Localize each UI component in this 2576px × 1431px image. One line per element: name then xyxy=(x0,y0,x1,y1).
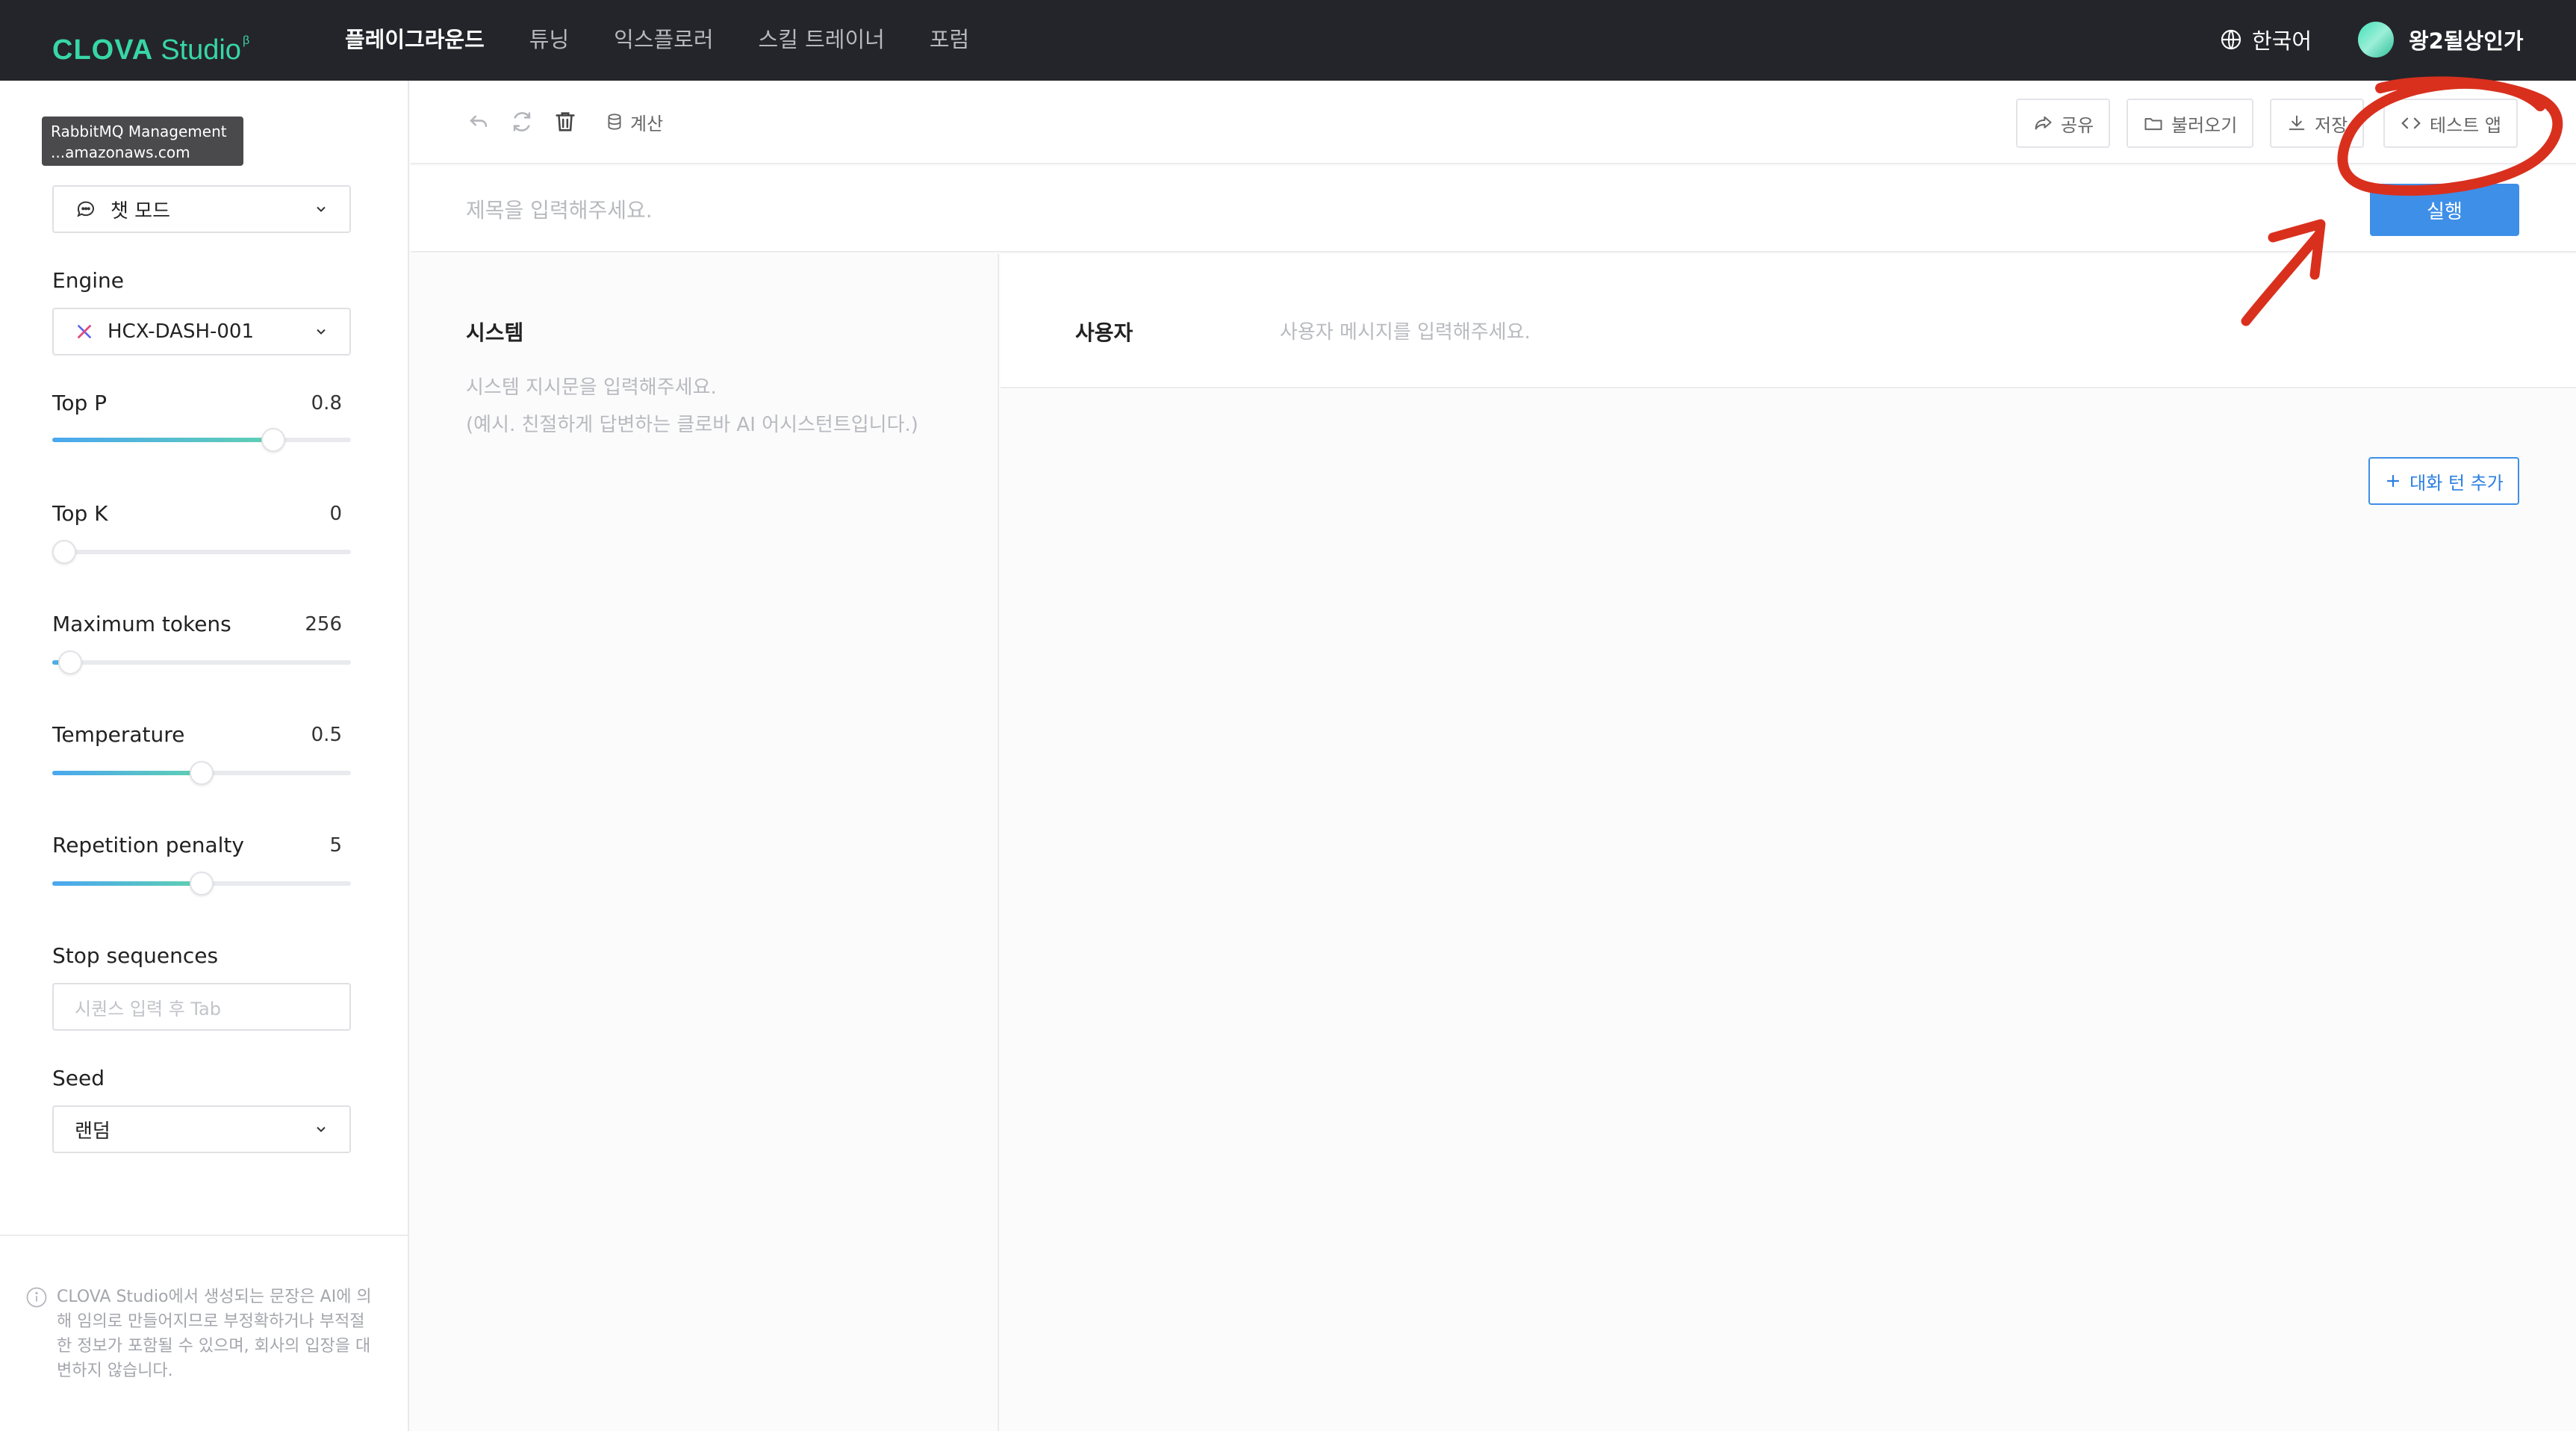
ai-disclaimer: CLOVA Studio에서 생성되는 문장은 AI에 의해 임의로 만들어지므… xyxy=(25,1285,376,1383)
load-button[interactable]: 불러오기 xyxy=(2127,99,2254,148)
code-icon xyxy=(2401,117,2421,129)
share-button[interactable]: 공유 xyxy=(2016,99,2111,148)
slider-fill xyxy=(52,438,273,442)
top-k-label: Top K xyxy=(52,501,108,526)
main-nav: 플레이그라운드 튜닝 익스플로러 스킬 트레이너 포럼 xyxy=(345,22,969,57)
user-menu[interactable]: 왕2될상인가 xyxy=(2358,21,2524,58)
nav-explorer[interactable]: 익스플로러 xyxy=(614,22,713,57)
mode-select[interactable]: 챗 모드 xyxy=(52,185,351,233)
temperature-slider[interactable] xyxy=(52,761,351,785)
refresh-icon[interactable] xyxy=(509,109,535,134)
playground-main: 계산 공유 불러오기 저장 테스트 앱 제목을 입력해주세요. 실행 시스템 시… xyxy=(411,81,2576,1431)
system-prompt-input[interactable]: 시스템 지시문을 입력해주세요. (예시. 친절하게 답변하는 클로바 AI 어… xyxy=(466,369,918,444)
engine-x-icon xyxy=(75,322,94,341)
chevron-down-icon xyxy=(317,1126,326,1132)
test-app-label: 테스트 앱 xyxy=(2430,114,2501,136)
sidebar-divider xyxy=(0,1235,409,1236)
ai-disclaimer-text: CLOVA Studio에서 생성되는 문장은 AI에 의해 임의로 만들어지므… xyxy=(57,1288,372,1380)
share-label: 공유 xyxy=(2061,114,2094,136)
info-icon xyxy=(26,1287,47,1308)
title-input[interactable]: 제목을 입력해주세요. xyxy=(466,194,653,224)
engine-select[interactable]: HCX-DASH-001 xyxy=(52,308,351,356)
clova-studio-logo[interactable]: CLOVA Studio β xyxy=(52,22,250,66)
folder-icon xyxy=(2144,118,2162,131)
stop-sequences-label: Stop sequences xyxy=(52,943,219,968)
browser-tooltip: RabbitMQ Management ...amazonaws.com xyxy=(42,117,243,166)
nav-playground[interactable]: 플레이그라운드 xyxy=(345,22,485,57)
plus-icon xyxy=(2387,474,2400,488)
load-label: 불러오기 xyxy=(2171,114,2238,136)
add-turn-label: 대화 턴 추가 xyxy=(2409,472,2504,494)
repetition-penalty-value: 5 xyxy=(329,834,342,857)
chevron-down-icon xyxy=(317,206,326,212)
system-placeholder-line: 시스템 지시문을 입력해주세요. xyxy=(466,376,717,399)
engine-label: Engine xyxy=(52,268,124,293)
system-title: 시스템 xyxy=(466,320,524,345)
undo-icon[interactable] xyxy=(466,109,491,134)
seed-select[interactable]: 랜덤 xyxy=(52,1105,351,1153)
conversation-panel: 사용자 사용자 메시지를 입력해주세요. 대화 턴 추가 xyxy=(1001,254,2576,1431)
top-navigation-bar: CLOVA Studio β 플레이그라운드 튜닝 익스플로러 스킬 트레이너 포럼… xyxy=(0,0,2576,81)
slider-thumb[interactable] xyxy=(190,872,214,895)
max-tokens-slider[interactable] xyxy=(52,651,351,674)
chevron-down-icon xyxy=(317,329,326,335)
slider-thumb[interactable] xyxy=(52,540,76,564)
repetition-penalty-label: Repetition penalty xyxy=(52,833,244,857)
slider-fill xyxy=(52,771,202,775)
seed-select-value: 랜덤 xyxy=(75,1120,111,1143)
trash-icon[interactable] xyxy=(553,109,578,134)
database-icon xyxy=(608,114,621,130)
globe-icon xyxy=(2221,29,2241,50)
user-message-input[interactable]: 사용자 메시지를 입력해주세요. xyxy=(1280,317,1531,344)
stop-sequences-input[interactable]: 시퀀스 입력 후 Tab xyxy=(52,983,351,1031)
calculate-tokens-button[interactable]: 계산 xyxy=(605,109,663,134)
slider-thumb[interactable] xyxy=(261,428,285,452)
top-k-slider[interactable] xyxy=(52,540,351,564)
top-p-label: Top P xyxy=(52,391,108,415)
parameters-sidebar: 챗 모드 Engine HCX-DASH-001 Top P 0.8 Top K… xyxy=(0,81,409,1431)
language-selector[interactable]: 한국어 xyxy=(2219,22,2312,57)
engine-select-value: HCX-DASH-001 xyxy=(108,320,255,343)
tooltip-url: ...amazonaws.com xyxy=(51,143,190,161)
beta-mark: β xyxy=(242,34,250,47)
stop-sequences-placeholder: 시퀀스 입력 후 Tab xyxy=(75,998,221,1019)
nav-forum[interactable]: 포럼 xyxy=(930,22,969,57)
user-message-row: 사용자 사용자 메시지를 입력해주세요. xyxy=(1001,254,2576,388)
system-placeholder-example: (예시. 친절하게 답변하는 클로바 AI 어시스턴트입니다.) xyxy=(466,414,918,436)
temperature-label: Temperature xyxy=(52,722,185,747)
nav-tuning[interactable]: 튜닝 xyxy=(529,22,569,57)
top-p-slider[interactable] xyxy=(52,428,351,452)
seed-label: Seed xyxy=(52,1066,105,1090)
save-label: 저장 xyxy=(2315,114,2348,136)
slider-thumb[interactable] xyxy=(190,761,214,785)
slider-fill xyxy=(52,881,202,886)
download-icon xyxy=(2289,115,2305,131)
user-role-label[interactable]: 사용자 xyxy=(1075,317,1133,347)
add-turn-button[interactable]: 대화 턴 추가 xyxy=(2368,457,2519,505)
title-row: 제목을 입력해주세요. 실행 xyxy=(411,166,2576,252)
editor-toolbar: 계산 공유 불러오기 저장 테스트 앱 xyxy=(411,81,2576,164)
chat-bubble-icon xyxy=(75,198,97,220)
run-button[interactable]: 실행 xyxy=(2370,184,2519,236)
max-tokens-label: Maximum tokens xyxy=(52,612,231,636)
logo-text: CLOVA xyxy=(52,34,154,66)
logo-sub-text: Studio xyxy=(161,34,241,66)
nav-skill-trainer[interactable]: 스킬 트레이너 xyxy=(759,22,885,57)
tooltip-title: RabbitMQ Management xyxy=(51,122,227,140)
save-button[interactable]: 저장 xyxy=(2270,99,2365,148)
system-panel[interactable]: 시스템 시스템 지시문을 입력해주세요. (예시. 친절하게 답변하는 클로바 … xyxy=(411,254,999,1431)
mode-select-value: 챗 모드 xyxy=(111,199,171,223)
top-k-value: 0 xyxy=(329,503,342,525)
avatar xyxy=(2358,22,2394,58)
temperature-value: 0.5 xyxy=(311,724,342,746)
repetition-penalty-slider[interactable] xyxy=(52,872,351,895)
max-tokens-value: 256 xyxy=(305,613,342,636)
share-icon xyxy=(2035,116,2052,130)
calculate-label: 계산 xyxy=(630,113,664,134)
language-label: 한국어 xyxy=(2252,28,2312,54)
top-p-value: 0.8 xyxy=(311,392,342,415)
test-app-button[interactable]: 테스트 앱 xyxy=(2383,99,2518,148)
user-name: 왕2될상인가 xyxy=(2409,28,2524,54)
slider-thumb[interactable] xyxy=(58,651,82,674)
